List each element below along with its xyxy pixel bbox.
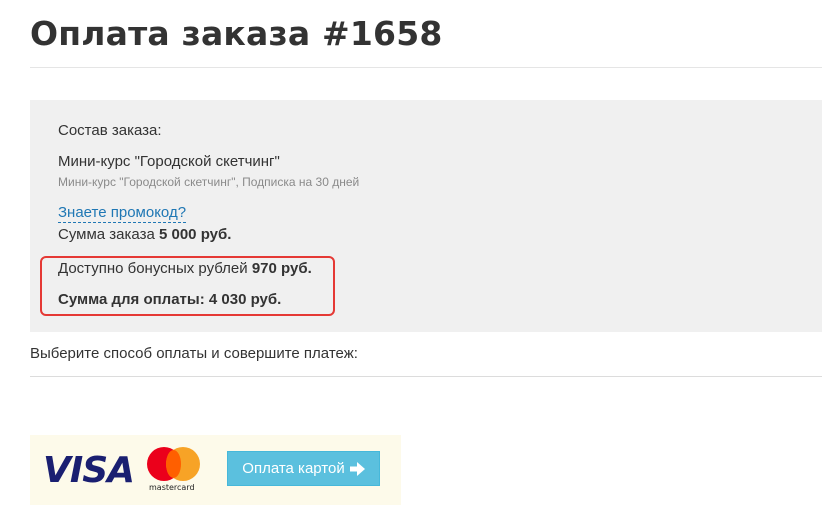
pay-by-card-button[interactable]: Оплата картой (227, 451, 380, 486)
title-divider (30, 67, 822, 68)
promo-code-link[interactable]: Знаете промокод? (58, 204, 187, 223)
order-total-label: Сумма заказа (58, 226, 155, 243)
pay-button-label: Оплата картой (242, 460, 345, 477)
payment-methods-panel: VISA mastercard Оплата картой (30, 435, 401, 505)
amount-to-pay-value: 4 030 руб. (208, 291, 282, 308)
amount-to-pay: Сумма для оплаты: 4 030 руб. (58, 291, 281, 308)
arrow-right-icon (349, 461, 365, 476)
visa-logo: VISA (43, 450, 135, 491)
order-total-value: 5 000 руб. (158, 226, 232, 243)
amount-to-pay-label: Сумма для оплаты: (58, 291, 205, 308)
order-item-details: Мини-курс "Городской скетчинг", Подписка… (58, 175, 360, 189)
mastercard-logo: mastercard (145, 447, 203, 495)
mastercard-wordmark: mastercard (149, 483, 195, 492)
payment-instruction: Выберите способ оплаты и совершите плате… (30, 345, 358, 362)
order-total: Сумма заказа 5 000 руб. (58, 226, 231, 243)
mastercard-overlap (166, 450, 181, 478)
bonus-value: 970 руб. (251, 260, 312, 277)
order-summary-box: Состав заказа: Мини-курс "Городской скет… (30, 100, 822, 332)
order-item-name: Мини-курс "Городской скетчинг" (58, 153, 280, 170)
page-title: Оплата заказа #1658 (30, 14, 443, 53)
order-composition-label: Состав заказа: (58, 122, 162, 139)
bonus-label: Доступно бонусных рублей (58, 260, 248, 277)
payment-divider (30, 376, 822, 377)
bonus-available: Доступно бонусных рублей 970 руб. (58, 260, 312, 277)
